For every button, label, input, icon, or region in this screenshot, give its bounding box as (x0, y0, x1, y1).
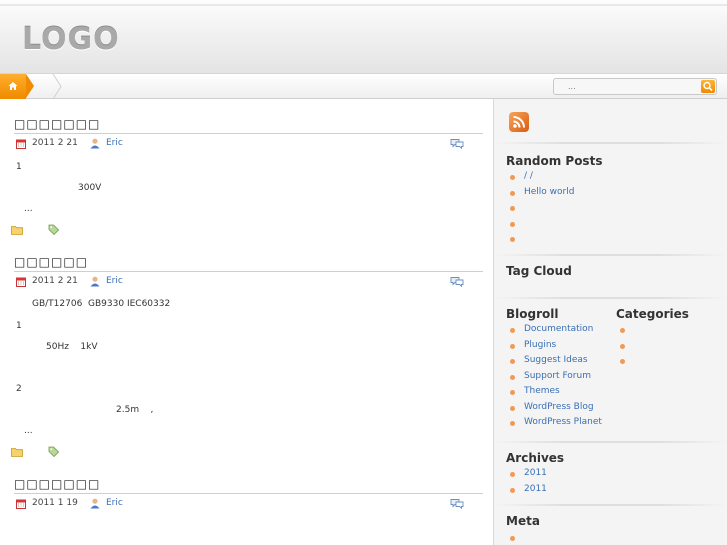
tag-cloud-title: Tag Cloud (506, 264, 572, 278)
home-tab[interactable] (0, 74, 34, 99)
archive-link[interactable]: 2011 (524, 468, 547, 478)
list-item[interactable]: WordPress Planet (507, 415, 615, 431)
post-author-link[interactable]: Eric (106, 276, 123, 286)
archive-link[interactable]: 2011 (524, 484, 547, 494)
tag-icon (48, 224, 59, 235)
blogroll-link[interactable]: Plugins (524, 340, 556, 350)
post-title[interactable]: □□□□□□□ (14, 476, 483, 493)
post-text: 1 (16, 162, 22, 172)
post-footer (11, 224, 71, 237)
post-text: GB/T12706 GB9330 IEC60332 (32, 299, 171, 309)
comments-icon[interactable] (450, 276, 464, 287)
list-item[interactable] (507, 530, 707, 545)
blogroll-link[interactable]: Documentation (524, 324, 593, 334)
widget-divider (494, 297, 727, 299)
categories-list (617, 322, 717, 369)
blogroll-link[interactable]: Support Forum (524, 371, 591, 381)
rss-icon (513, 116, 525, 128)
blogroll-link[interactable]: WordPress Planet (524, 417, 602, 427)
post-text: 2.5m , (116, 405, 154, 415)
random-posts-title: Random Posts (506, 154, 603, 168)
blogroll-link[interactable]: Suggest Ideas (524, 355, 588, 365)
widget-divider (494, 142, 727, 144)
user-icon (90, 276, 100, 287)
post-author-link[interactable]: Eric (106, 498, 123, 508)
post-text: 300V (78, 183, 102, 193)
categories-title: Categories (616, 307, 689, 321)
list-item[interactable]: Plugins (507, 338, 615, 354)
calendar-icon (16, 139, 26, 149)
user-icon (90, 138, 100, 149)
list-item[interactable] (617, 353, 717, 369)
post-title[interactable]: □□□□□□ (14, 254, 483, 271)
calendar-icon (16, 499, 26, 509)
post-date: 2011 2 21 (32, 276, 78, 286)
widget-divider (494, 254, 727, 256)
list-item[interactable] (507, 216, 707, 232)
post-text: 1 (16, 321, 22, 331)
list-item[interactable]: / / (507, 169, 707, 185)
post-text: 50Hz 1kV (46, 342, 98, 352)
site-header: LOGO (0, 0, 727, 74)
list-item[interactable]: Hello world (507, 185, 707, 201)
main-content: □□□□□□□ 2011 2 21 Eric 1 300V ... □□□□□□… (0, 99, 493, 545)
site-logo[interactable]: LOGO (22, 22, 120, 57)
random-post-link[interactable]: Hello world (524, 187, 574, 197)
search-icon (703, 81, 713, 92)
post: □□□□□□ 2011 2 21 Eric (14, 254, 483, 289)
list-item[interactable]: 2011 (507, 482, 707, 498)
list-item[interactable] (617, 338, 717, 354)
blogroll-title: Blogroll (506, 307, 559, 321)
list-item[interactable]: Documentation (507, 322, 615, 338)
widget-divider (494, 504, 727, 506)
post-date: 2011 2 21 (32, 138, 78, 148)
post-meta: 2011 2 21 Eric (14, 271, 483, 289)
blogroll-link[interactable]: Themes (524, 386, 560, 396)
post: □□□□□□□ 2011 1 19 Eric (14, 476, 483, 511)
post-footer (11, 446, 71, 459)
sidebar: Random Posts / / Hello world Tag Cloud B… (493, 99, 727, 545)
user-icon (90, 498, 100, 509)
list-item[interactable] (617, 322, 717, 338)
tag-icon (48, 446, 59, 457)
list-item[interactable]: 2011 (507, 466, 707, 482)
folder-icon (11, 226, 23, 235)
post-meta: 2011 1 19 Eric (14, 493, 483, 511)
rss-feed-icon[interactable] (509, 112, 529, 132)
meta-title: Meta (506, 514, 540, 528)
blogroll-link[interactable]: WordPress Blog (524, 402, 594, 412)
search-input[interactable] (568, 80, 688, 93)
list-item[interactable] (507, 231, 707, 247)
comments-icon[interactable] (450, 138, 464, 149)
search-button[interactable] (701, 80, 715, 93)
widget-divider (494, 441, 727, 443)
archives-list: 2011 2011 (507, 466, 707, 497)
post-date: 2011 1 19 (32, 498, 78, 508)
list-item[interactable]: WordPress Blog (507, 400, 615, 416)
post-author-link[interactable]: Eric (106, 138, 123, 148)
post-meta: 2011 2 21 Eric (14, 133, 483, 151)
post: □□□□□□□ 2011 2 21 Eric (14, 116, 483, 151)
search-box (553, 78, 717, 95)
read-more-link[interactable]: ... (24, 204, 33, 214)
post-title[interactable]: □□□□□□□ (14, 116, 483, 133)
blogroll-list: Documentation Plugins Suggest Ideas Supp… (507, 322, 615, 431)
read-more-link[interactable]: ... (24, 426, 33, 436)
meta-list (507, 530, 707, 545)
folder-icon (11, 448, 23, 457)
archives-title: Archives (506, 451, 565, 465)
home-icon (8, 82, 18, 90)
post-text: 2 (16, 384, 22, 394)
random-post-link[interactable]: / / (524, 171, 533, 181)
list-item[interactable]: Support Forum (507, 369, 615, 385)
random-posts-list: / / Hello world (507, 169, 707, 247)
list-item[interactable] (507, 200, 707, 216)
list-item[interactable]: Suggest Ideas (507, 353, 615, 369)
comments-icon[interactable] (450, 498, 464, 509)
nav-separator (52, 74, 62, 99)
calendar-icon (16, 277, 26, 287)
list-item[interactable]: Themes (507, 384, 615, 400)
